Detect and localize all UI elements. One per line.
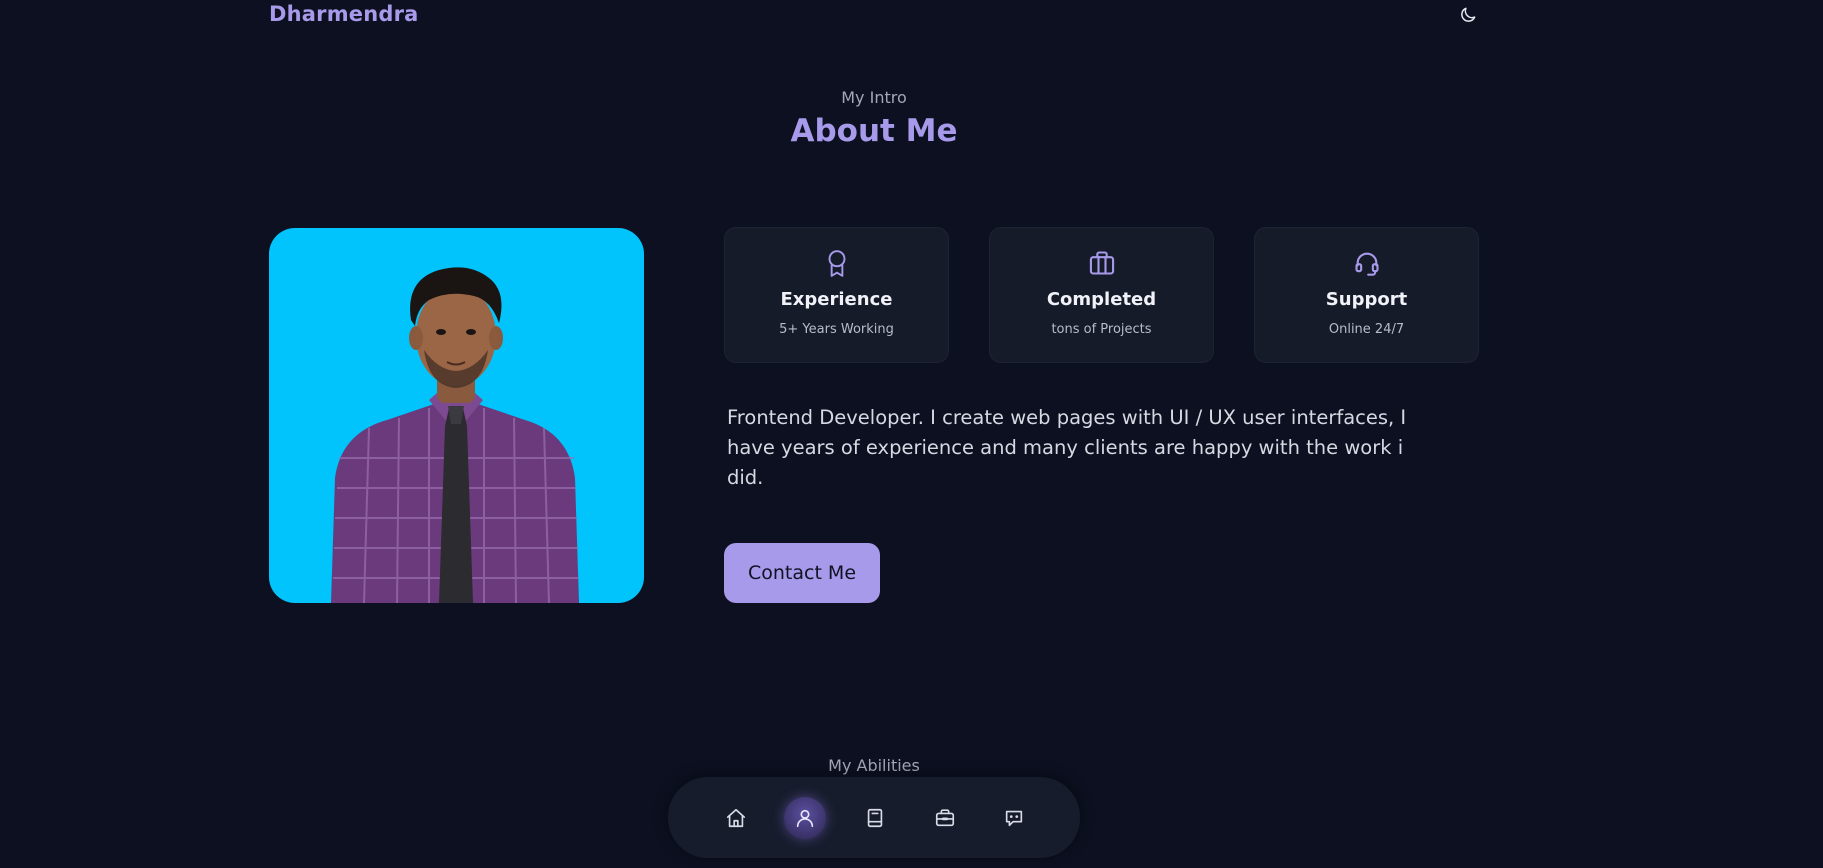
card-subtitle: tons of Projects (1051, 322, 1152, 337)
bottom-navigation (668, 777, 1080, 858)
card-title: Support (1325, 289, 1408, 310)
experience-card: Experience 5+ Years Working (724, 227, 949, 363)
support-card: Support Online 24/7 (1254, 227, 1479, 363)
award-icon (824, 248, 850, 278)
nav-skills[interactable] (854, 797, 896, 839)
nav-contact[interactable] (993, 797, 1035, 839)
completed-card: Completed tons of Projects (989, 227, 1214, 363)
brand-logo[interactable]: Dharmendra (269, 2, 419, 26)
portfolio-page: Dharmendra My Intro About Me Experience … (0, 0, 1823, 868)
headset-icon (1353, 249, 1381, 277)
card-title: Experience (780, 289, 893, 310)
chat-icon (1003, 807, 1025, 829)
card-subtitle: 5+ Years Working (779, 322, 894, 337)
book-icon (864, 807, 886, 829)
home-icon (725, 807, 747, 829)
moon-icon (1458, 5, 1478, 25)
card-subtitle: Online 24/7 (1328, 322, 1405, 337)
about-description: Frontend Developer. I create web pages w… (727, 406, 1407, 489)
contact-me-button[interactable]: Contact Me (724, 543, 880, 603)
nav-portfolio[interactable] (924, 797, 966, 839)
section-title: About Me (790, 113, 958, 149)
briefcase-icon (1088, 249, 1116, 277)
nav-about[interactable] (784, 797, 826, 839)
user-icon (794, 807, 816, 829)
abilities-subtitle: My Abilities (828, 756, 920, 775)
section-subtitle: My Intro (841, 88, 907, 107)
nav-home[interactable] (715, 797, 757, 839)
card-title: Completed (1046, 289, 1157, 310)
theme-toggle-button[interactable] (1456, 3, 1480, 27)
briefcase-icon (934, 807, 956, 829)
profile-photo (269, 228, 644, 603)
